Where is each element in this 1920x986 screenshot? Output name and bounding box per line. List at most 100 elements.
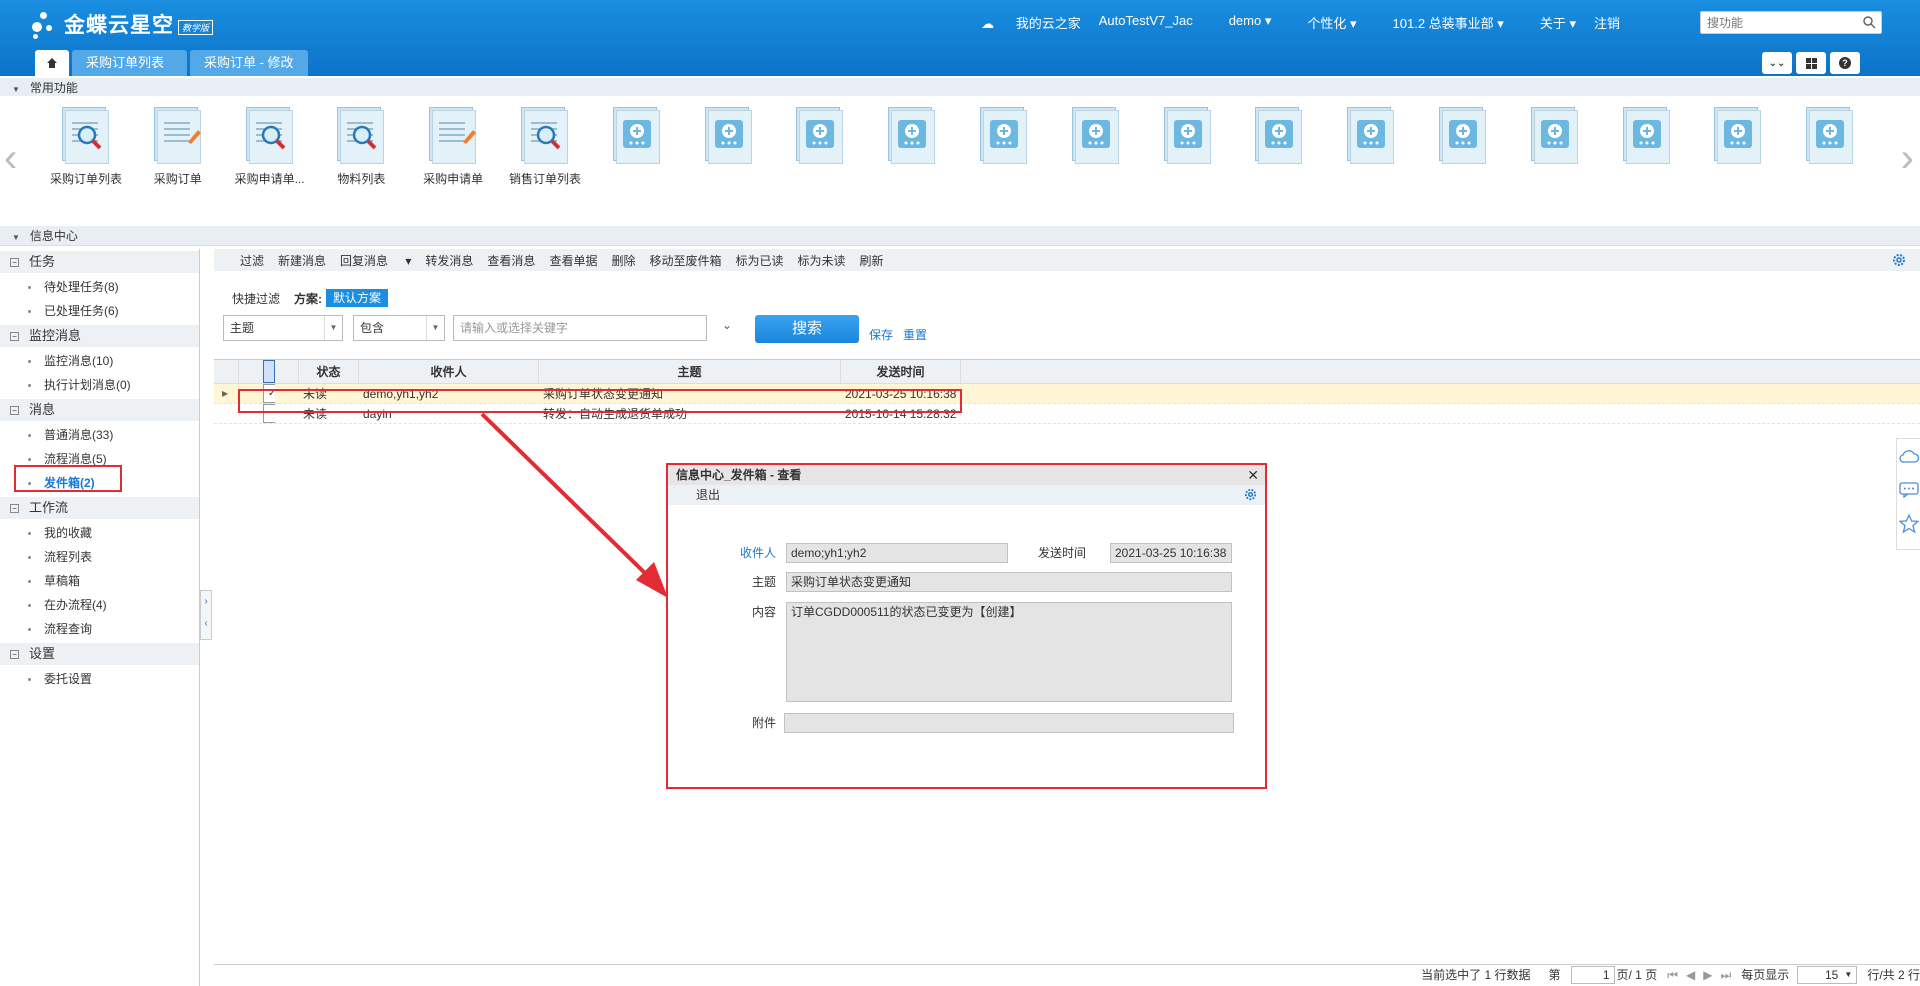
nav-group-workflow[interactable]: − 工作流 xyxy=(0,497,199,519)
org-menu[interactable]: 101.2 总装事业部 ▾ xyxy=(1375,13,1504,32)
function-shortcut[interactable]: 物料列表 xyxy=(321,106,401,187)
nav-item-pending-tasks[interactable]: 待处理任务(8) xyxy=(0,275,199,299)
function-shortcut[interactable]: 销售订单列表 xyxy=(505,106,585,187)
star-icon[interactable] xyxy=(1897,507,1920,541)
attachment-field[interactable] xyxy=(784,713,1234,733)
next-page-icon[interactable]: ▶ xyxy=(1703,965,1712,985)
send-time-field[interactable]: 2021-03-25 10:16:38 xyxy=(1110,543,1232,563)
mark-unread-button[interactable]: 标为未读 xyxy=(798,252,846,269)
col-status[interactable]: 状态 xyxy=(299,360,359,383)
field-select[interactable]: 主题 ▼ xyxy=(223,315,343,341)
personalize-menu[interactable]: 个性化 ▾ xyxy=(1289,13,1356,32)
info-center-header[interactable]: ▼ 信息中心 xyxy=(0,226,1920,246)
close-icon[interactable]: ✕ xyxy=(1247,465,1259,485)
recipient-field[interactable]: demo;yh1;yh2 xyxy=(786,543,1008,563)
recipient-label[interactable]: 收件人 xyxy=(726,544,776,561)
subject-field[interactable]: 采购订单状态变更通知 xyxy=(786,572,1232,592)
search-icon[interactable] xyxy=(1863,16,1876,29)
function-shortcut[interactable] xyxy=(1148,106,1228,168)
nav-item-favorites[interactable]: 我的收藏 xyxy=(0,521,199,545)
nav-item-normal-messages[interactable]: 普通消息(33) xyxy=(0,423,199,447)
common-functions-header[interactable]: ▼ 常用功能 xyxy=(0,78,1920,98)
nav-item-flow-query[interactable]: 流程查询 xyxy=(0,617,199,641)
nav-group-messages[interactable]: − 消息 xyxy=(0,399,199,421)
nav-group-task[interactable]: − 任务 xyxy=(0,251,199,273)
tab-home[interactable] xyxy=(35,50,69,76)
function-shortcut[interactable] xyxy=(597,106,677,168)
nav-item-schedule-messages[interactable]: 执行计划消息(0) xyxy=(0,373,199,397)
function-shortcut[interactable] xyxy=(1056,106,1136,168)
function-search[interactable] xyxy=(1700,11,1882,34)
delete-button[interactable]: 删除 xyxy=(611,252,635,269)
nav-item-in-progress[interactable]: 在办流程(4) xyxy=(0,593,199,617)
about-menu[interactable]: 关于 ▾ xyxy=(1522,13,1576,32)
nav-item-flow-list[interactable]: 流程列表 xyxy=(0,545,199,569)
select-all-checkbox[interactable] xyxy=(262,360,275,383)
function-shortcut[interactable] xyxy=(780,106,860,168)
scroll-right-arrow[interactable]: › xyxy=(1901,136,1914,181)
collapse-all-button[interactable]: ⌄⌄ xyxy=(1762,52,1792,74)
refresh-button[interactable]: 刷新 xyxy=(860,252,884,269)
grid-view-button[interactable] xyxy=(1796,52,1826,74)
function-shortcut[interactable]: 采购订单列表 xyxy=(46,106,126,187)
prev-page-icon[interactable]: ◀ xyxy=(1686,965,1695,985)
quick-filter-label[interactable]: 快捷过滤 xyxy=(232,290,280,307)
function-shortcut[interactable] xyxy=(872,106,952,168)
function-shortcut[interactable]: 采购申请单... xyxy=(230,106,310,187)
new-message-button[interactable]: 新建消息 xyxy=(278,252,326,269)
first-page-icon[interactable]: ⏮ xyxy=(1667,965,1678,985)
save-link[interactable]: 保存 xyxy=(869,326,893,343)
function-shortcut[interactable] xyxy=(1698,106,1778,168)
search-button[interactable]: 搜索 xyxy=(755,315,859,343)
function-shortcut[interactable]: 采购订单 xyxy=(138,106,218,187)
function-shortcut[interactable] xyxy=(689,106,769,168)
content-field[interactable]: 订单CGDD000511的状态已变更为【创建】 xyxy=(786,602,1232,702)
default-scheme-tag[interactable]: 默认方案 xyxy=(326,289,389,307)
mark-read-button[interactable]: 标为已读 xyxy=(735,252,783,269)
function-shortcut[interactable] xyxy=(964,106,1044,168)
operator-select[interactable]: 包含 ▼ xyxy=(353,315,445,341)
function-search-input[interactable] xyxy=(1701,12,1851,33)
keyword-input[interactable]: 请输入或选择关键字 xyxy=(453,315,707,341)
nav-group-monitor[interactable]: − 监控消息 xyxy=(0,325,199,347)
col-recipient[interactable]: 收件人 xyxy=(359,360,539,383)
function-shortcut[interactable]: 采购申请单 xyxy=(413,106,493,187)
tab-purchase-order-list[interactable]: 采购订单列表 xyxy=(72,50,187,76)
function-shortcut[interactable] xyxy=(1790,106,1870,168)
chat-icon[interactable] xyxy=(1897,473,1920,507)
expand-filter-icon[interactable]: ⌄ xyxy=(722,318,732,332)
nav-item-drafts[interactable]: 草稿箱 xyxy=(0,569,199,593)
tab-purchase-order-edit[interactable]: 采购订单 - 修改 xyxy=(190,50,308,76)
cloud-icon[interactable] xyxy=(1897,439,1920,473)
function-shortcut[interactable] xyxy=(1239,106,1319,168)
last-page-icon[interactable]: ⏭ xyxy=(1720,965,1731,985)
filter-button[interactable]: 过滤 xyxy=(240,252,264,269)
function-shortcut[interactable] xyxy=(1607,106,1687,168)
function-shortcut[interactable] xyxy=(1331,106,1411,168)
help-button[interactable]: ? xyxy=(1830,52,1860,74)
cloud-home-link[interactable]: ☁ 我的云之家 xyxy=(981,13,1081,32)
col-send-time[interactable]: 发送时间 xyxy=(841,360,961,383)
view-message-button[interactable]: 查看消息 xyxy=(487,252,535,269)
exit-button[interactable]: 退出 xyxy=(696,488,720,502)
reply-message-button[interactable]: 回复消息 ▾ xyxy=(340,252,411,269)
nav-item-done-tasks[interactable]: 已处理任务(6) xyxy=(0,299,199,323)
nav-item-monitor-messages[interactable]: 监控消息(10) xyxy=(0,349,199,373)
user-menu[interactable]: demo ▾ xyxy=(1211,13,1272,32)
function-shortcut[interactable] xyxy=(1423,106,1503,168)
nav-item-delegation[interactable]: 委托设置 xyxy=(0,667,199,691)
nav-group-settings[interactable]: − 设置 xyxy=(0,643,199,665)
scroll-left-arrow[interactable]: ‹ xyxy=(4,136,17,181)
gear-icon[interactable] xyxy=(1244,488,1257,501)
function-shortcut[interactable] xyxy=(1515,106,1595,168)
reset-link[interactable]: 重置 xyxy=(903,326,927,343)
view-document-button[interactable]: 查看单据 xyxy=(549,252,597,269)
nav-collapse-handle[interactable]: › ‹ xyxy=(200,590,212,640)
forward-message-button[interactable]: 转发消息 xyxy=(425,252,473,269)
col-subject[interactable]: 主题 xyxy=(539,360,841,383)
logout-link[interactable]: 注销 xyxy=(1594,13,1620,32)
per-page-select[interactable]: 15 ▼ xyxy=(1797,966,1858,984)
gear-icon[interactable] xyxy=(1892,253,1906,267)
move-to-trash-button[interactable]: 移动至废件箱 xyxy=(649,252,721,269)
tenant-link[interactable]: AutoTestV7_Jac xyxy=(1099,13,1193,32)
